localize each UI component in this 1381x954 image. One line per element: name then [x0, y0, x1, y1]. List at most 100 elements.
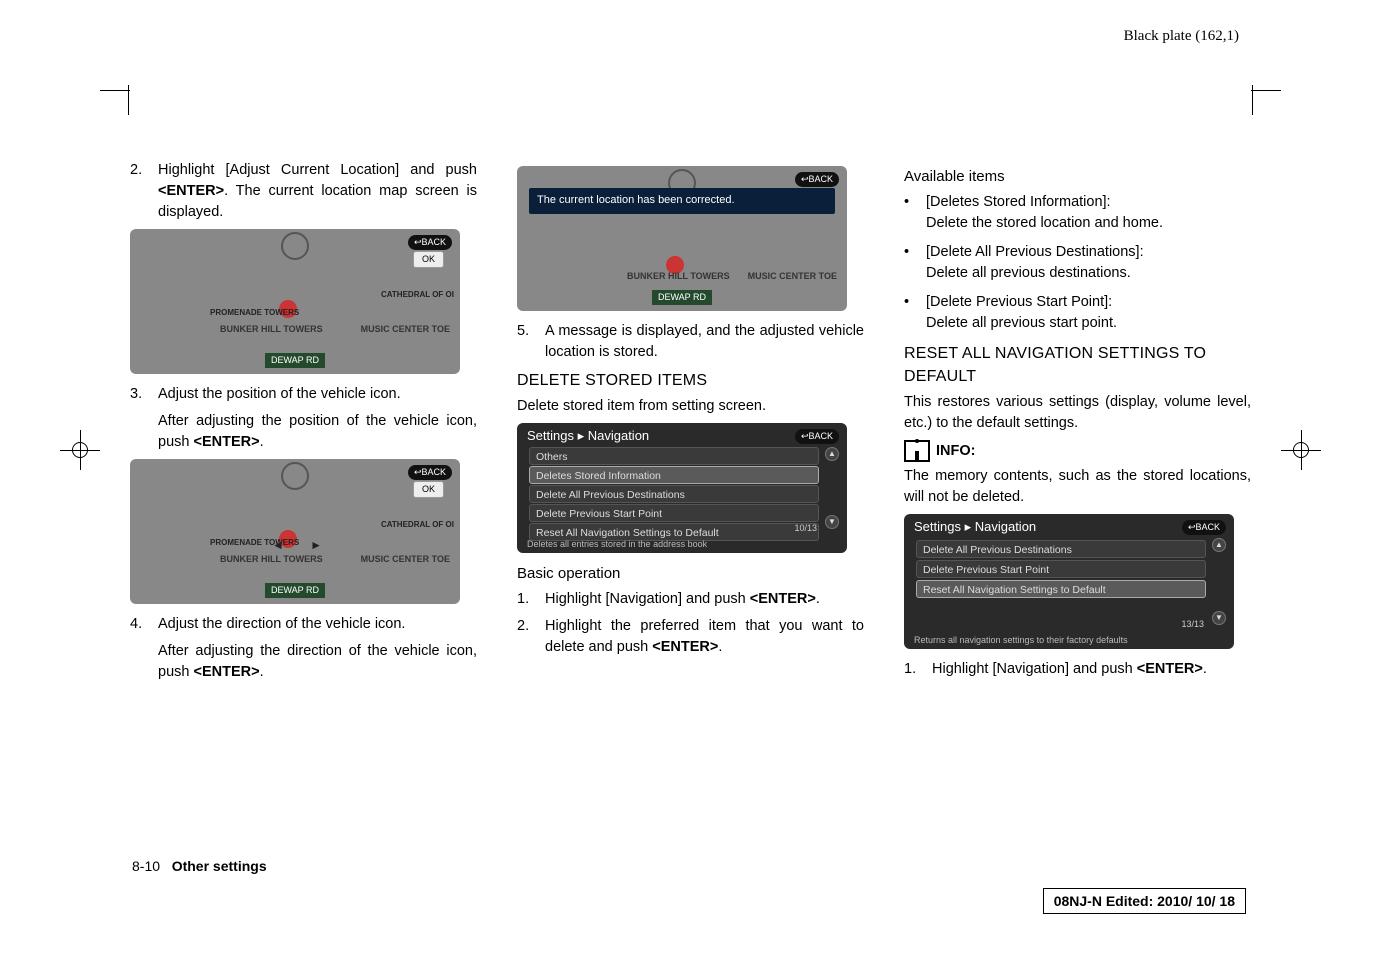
bullet-icon: • — [904, 292, 916, 334]
menu-row: Delete Previous Start Point — [916, 560, 1206, 578]
step-number: 2. — [130, 160, 148, 223]
item-title: [Delete All Previous Destinations]: — [926, 242, 1144, 263]
step-number: 4. — [130, 614, 148, 635]
menu-row: Delete All Previous Destinations — [916, 540, 1206, 558]
map-label: MUSIC CENTER TOE — [361, 553, 450, 566]
text: Highlight [Adjust Current Location] and … — [158, 162, 477, 178]
screenshot-settings-1: Settings ▸ Navigation ↩BACK Others Delet… — [517, 423, 847, 553]
heading-basic-operation: Basic operation — [517, 563, 864, 585]
footer-hint: Returns all navigation settings to their… — [914, 634, 1224, 647]
bullet-icon: • — [904, 242, 916, 284]
screenshot-map-1: ↩BACK OK PROMENADE TOWERS CATHEDRAL OF O… — [130, 229, 460, 374]
reset-step-1: 1. Highlight [Navigation] and push <ENTE… — [904, 659, 1251, 680]
heading-reset-all: RESET ALL NAVIGATION SETTINGS TO DEFAULT — [904, 342, 1251, 388]
step-4: 4. Adjust the direction of the vehicle i… — [130, 614, 477, 635]
key-enter: <ENTER> — [193, 434, 259, 450]
step-text: Highlight [Navigation] and push <ENTER>. — [932, 659, 1251, 680]
scroll-up-icon: ▲ — [825, 447, 839, 461]
page-footer: 8-10 Other settings — [132, 858, 267, 874]
step-text: Adjust the position of the vehicle icon. — [158, 384, 477, 405]
bullet-icon: • — [904, 192, 916, 234]
scroll-down-icon: ▼ — [825, 515, 839, 529]
step-text: Highlight the preferred item that you wa… — [545, 616, 864, 658]
key-enter: <ENTER> — [158, 183, 224, 199]
settings-header: Settings ▸ Navigation — [914, 518, 1036, 537]
map-label: MUSIC CENTER TOE — [748, 270, 837, 283]
heading-delete-stored: DELETE STORED ITEMS — [517, 369, 864, 392]
menu-row-selected: Reset All Navigation Settings to Default — [916, 580, 1206, 598]
road-label: DEWAP RD — [265, 583, 325, 598]
text: . — [718, 639, 722, 655]
basic-step-2: 2. Highlight the preferred item that you… — [517, 616, 864, 658]
step-text: Adjust the direction of the vehicle icon… — [158, 614, 477, 635]
column-1: 2. Highlight [Adjust Current Location] a… — [130, 160, 477, 689]
step-number: 3. — [130, 384, 148, 405]
map-label: PROMENADE TOWERS — [210, 537, 299, 549]
step-3-after: After adjusting the position of the vehi… — [158, 411, 477, 453]
map-label: BUNKER HILL TOWERS — [627, 270, 730, 283]
item-desc: Delete all previous start point. — [926, 313, 1117, 334]
ok-button: OK — [413, 251, 444, 268]
reset-paragraph: This restores various settings (display,… — [904, 392, 1251, 434]
key-enter: <ENTER> — [652, 639, 718, 655]
scroll-indicator: ▲ ▼ — [1212, 538, 1226, 625]
item-desc: Delete all previous destinations. — [926, 263, 1144, 284]
bullet-body: [Deletes Stored Information]: Delete the… — [926, 192, 1163, 234]
screenshot-map-2: ↩BACK OK PROMENADE TOWERS CATHEDRAL OF O… — [130, 459, 460, 604]
map-label: PROMENADE TOWERS — [210, 307, 299, 319]
scroll-down-icon: ▼ — [1212, 611, 1226, 625]
bullet-item-2: • [Delete All Previous Destinations]: De… — [904, 242, 1251, 284]
bullet-item-3: • [Delete Previous Start Point]: Delete … — [904, 292, 1251, 334]
step-number: 5. — [517, 321, 535, 363]
back-button: ↩BACK — [795, 429, 839, 444]
key-enter: <ENTER> — [1137, 661, 1203, 677]
text: . — [816, 591, 820, 607]
crop-mark — [1252, 85, 1253, 115]
crop-mark — [128, 85, 129, 115]
back-button: ↩BACK — [1182, 520, 1226, 535]
step-number: 1. — [904, 659, 922, 680]
section-name: Other settings — [172, 858, 267, 874]
scroll-up-icon: ▲ — [1212, 538, 1226, 552]
page-count: 10/13 — [794, 522, 817, 535]
crop-mark — [1251, 90, 1281, 91]
edit-stamp: 08NJ-N Edited: 2010/ 10/ 18 — [1043, 888, 1246, 914]
compass-icon — [281, 462, 309, 490]
step-number: 1. — [517, 589, 535, 610]
registration-mark — [1281, 430, 1321, 470]
item-title: [Deletes Stored Information]: — [926, 192, 1163, 213]
text: . — [260, 434, 264, 450]
registration-mark — [60, 430, 100, 470]
bullet-body: [Delete All Previous Destinations]: Dele… — [926, 242, 1144, 284]
step-number: 2. — [517, 616, 535, 658]
info-label: INFO: — [936, 441, 975, 462]
step-3: 3. Adjust the position of the vehicle ic… — [130, 384, 477, 405]
footer-hint: Deletes all entries stored in the addres… — [527, 538, 837, 551]
message-banner: The current location has been corrected. — [529, 188, 835, 214]
info-callout: INFO: — [904, 440, 1251, 462]
key-enter: <ENTER> — [193, 664, 259, 680]
back-button: ↩BACK — [408, 235, 452, 250]
screenshot-map-3: ↩BACK The current location has been corr… — [517, 166, 847, 311]
text: . — [260, 664, 264, 680]
menu-row-selected: Deletes Stored Information — [529, 466, 819, 484]
info-paragraph: The memory contents, such as the stored … — [904, 466, 1251, 508]
map-label: MUSIC CENTER TOE — [361, 323, 450, 336]
item-desc: Delete the stored location and home. — [926, 213, 1163, 234]
bullet-item-1: • [Deletes Stored Information]: Delete t… — [904, 192, 1251, 234]
step-text: Highlight [Adjust Current Location] and … — [158, 160, 477, 223]
map-label: CATHEDRAL OF OI — [381, 289, 454, 301]
map-label: BUNKER HILL TOWERS — [220, 323, 323, 336]
page-content: 2. Highlight [Adjust Current Location] a… — [130, 160, 1251, 689]
plate-label: Black plate (162,1) — [1124, 28, 1239, 45]
menu-row: Others — [529, 447, 819, 465]
text: Highlight [Navigation] and push — [932, 661, 1137, 677]
item-title: [Delete Previous Start Point]: — [926, 292, 1117, 313]
bullet-body: [Delete Previous Start Point]: Delete al… — [926, 292, 1117, 334]
crop-mark — [100, 90, 130, 91]
back-button: ↩BACK — [795, 172, 839, 187]
step-4-after: After adjusting the direction of the veh… — [158, 641, 477, 683]
key-enter: <ENTER> — [750, 591, 816, 607]
step-5: 5. A message is displayed, and the adjus… — [517, 321, 864, 363]
map-label: BUNKER HILL TOWERS — [220, 553, 323, 566]
